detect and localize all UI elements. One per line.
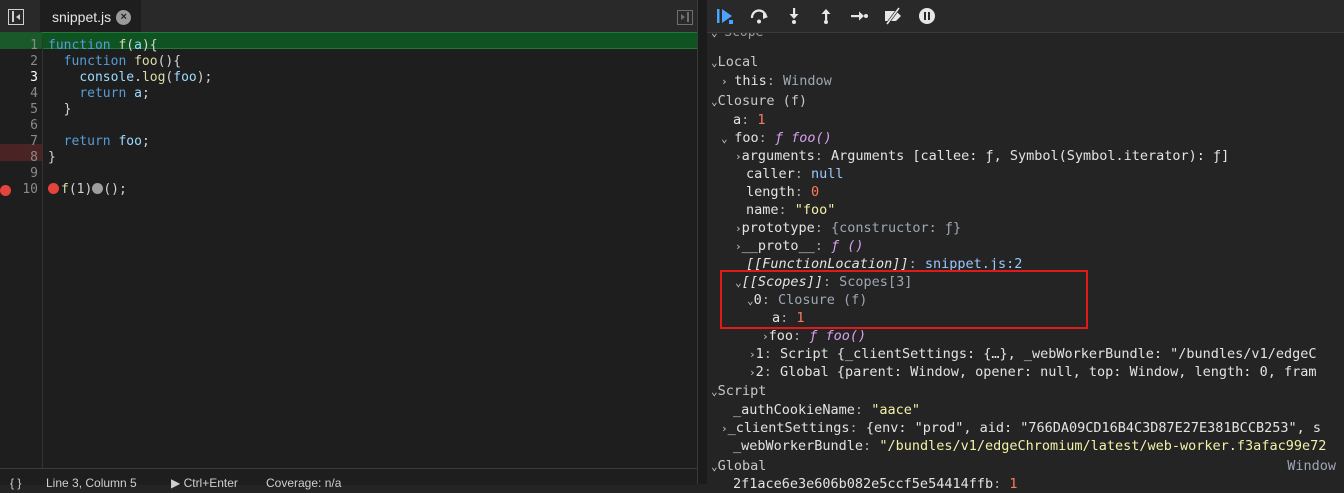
pause-on-exceptions-icon[interactable] <box>917 6 937 26</box>
code-token: a <box>134 38 142 53</box>
scopes-0-foo[interactable]: ›foo: ƒ foo() <box>762 327 866 345</box>
code-token: ; <box>141 134 150 149</box>
code-token: } <box>48 150 56 165</box>
code-token: ){ <box>141 38 158 53</box>
scope-item-this[interactable]: › this: Window <box>721 72 832 90</box>
code-token: return <box>63 134 119 149</box>
code-line[interactable]: } <box>48 150 56 166</box>
code-token: return <box>79 86 135 101</box>
line-number[interactable]: 5 <box>0 102 38 118</box>
code-line[interactable]: f(1) (); <box>48 182 127 198</box>
toggle-navigator-icon[interactable] <box>8 9 24 25</box>
global-scope-header[interactable]: ⌄Global <box>711 457 766 475</box>
inline-breakpoint-icon[interactable] <box>48 183 59 194</box>
line-number[interactable]: 1 <box>0 38 38 54</box>
prop-caller: caller: null <box>746 166 844 182</box>
editor-tab-bar: snippet.js × <box>0 0 697 35</box>
scopes-item-2[interactable]: ›2: Global {parent: Window, opener: null… <box>749 363 1316 381</box>
code-token: function <box>63 54 135 69</box>
resume-icon[interactable] <box>715 6 735 26</box>
script-scope-header[interactable]: ⌄Script <box>711 382 766 400</box>
scope-item-a: a: 1 <box>733 112 766 128</box>
code-token: ); <box>196 70 213 85</box>
file-tab-label: snippet.js <box>52 9 112 25</box>
line-number[interactable]: 3 <box>0 70 38 86</box>
pretty-print-button[interactable]: { } <box>10 477 21 489</box>
scope-item-foo[interactable]: ⌄ foo: ƒ foo() <box>721 129 832 147</box>
editor-pane: snippet.js × 1 2 3 4 5 6 7 8 9 10 function f(a){ … <box>0 0 697 489</box>
prop-prototype[interactable]: ›prototype: {constructor: ƒ} <box>735 219 961 237</box>
annotation-highlight-box <box>720 270 1088 329</box>
line-number[interactable]: 10 <box>0 182 38 198</box>
script-item-worker: _webWorkerBundle: "/bundles/v1/edgeChrom… <box>733 438 1327 454</box>
code-line[interactable]: return a; <box>48 86 150 102</box>
code-token: a <box>134 86 142 101</box>
code-token: foo <box>173 70 197 85</box>
code-line[interactable]: console.log(foo); <box>48 70 212 86</box>
code-token: (1) <box>68 182 93 197</box>
global-scope-value: Window <box>1287 458 1336 474</box>
debugger-toolbar <box>707 0 1344 33</box>
step-icon[interactable] <box>849 6 869 26</box>
code-token: ; <box>141 86 150 101</box>
run-hint: ▶ Ctrl+Enter <box>171 476 238 490</box>
code-token: (); <box>103 182 127 197</box>
status-bar: { } Line 3, Column 5 ▶ Ctrl+Enter Covera… <box>0 468 697 489</box>
line-number[interactable]: 7 <box>0 134 38 150</box>
code-line[interactable]: function f(a){ <box>48 38 158 54</box>
line-gutter[interactable]: 1 2 3 4 5 6 7 8 9 10 <box>0 38 43 468</box>
code-token: function <box>48 38 119 53</box>
coverage-status: Coverage: n/a <box>266 476 342 490</box>
line-number[interactable]: 6 <box>0 118 38 134</box>
code-line[interactable]: function foo(){ <box>48 54 181 70</box>
closure-scope-header[interactable]: ⌄Closure (f) <box>711 92 807 110</box>
script-item-auth: _authCookieName: "aace" <box>733 402 920 418</box>
line-number[interactable]: 8 <box>0 150 38 166</box>
line-number[interactable]: 2 <box>0 54 38 70</box>
deactivate-breakpoints-icon[interactable] <box>883 6 903 26</box>
debugger-pane: ⌄ Scope ⌄Local › this: Window ⌄Closure (… <box>707 0 1344 492</box>
cursor-position: Line 3, Column 5 <box>46 476 137 490</box>
inline-breakpoint-inactive-icon[interactable] <box>92 183 104 194</box>
step-over-icon[interactable] <box>749 6 769 26</box>
prop-length: length: 0 <box>746 184 820 200</box>
prop-arguments[interactable]: ›arguments: Arguments [callee: ƒ, Symbol… <box>735 147 1229 165</box>
script-item-client-settings[interactable]: ›_clientSettings: {env: "prod", aid: "76… <box>721 419 1321 437</box>
step-out-icon[interactable] <box>816 6 836 26</box>
code-token: . <box>134 70 142 85</box>
code-token: (){ <box>157 54 182 69</box>
code-token: log <box>141 70 166 85</box>
scopes-item-1[interactable]: ›1: Script {_clientSettings: {…}, _webWo… <box>749 345 1316 363</box>
code-line[interactable]: return foo; <box>48 134 150 150</box>
prop-proto[interactable]: ›__proto__: ƒ () <box>735 237 864 255</box>
line-number[interactable]: 9 <box>0 166 38 182</box>
prop-name: name: "foo" <box>746 202 836 218</box>
code-area[interactable]: function f(a){ function foo(){ console.l… <box>43 38 697 468</box>
global-item-first: 2f1ace6e3e606b082e5ccf5e54414ffb: 1 <box>733 476 1018 492</box>
code-token: console <box>79 70 135 85</box>
code-line[interactable]: } <box>48 102 72 118</box>
step-into-icon[interactable] <box>784 6 804 26</box>
code-token: foo <box>118 134 142 149</box>
toggle-debugger-icon[interactable] <box>677 10 693 25</box>
code-token: } <box>48 102 72 117</box>
code-token: f <box>61 182 69 197</box>
code-token: foo <box>134 54 158 69</box>
local-scope-header[interactable]: ⌄Local <box>711 53 758 71</box>
code-token: ( <box>126 38 135 53</box>
file-tab[interactable]: snippet.js × <box>40 0 142 34</box>
close-icon[interactable]: × <box>116 9 132 25</box>
line-number[interactable]: 4 <box>0 86 38 102</box>
